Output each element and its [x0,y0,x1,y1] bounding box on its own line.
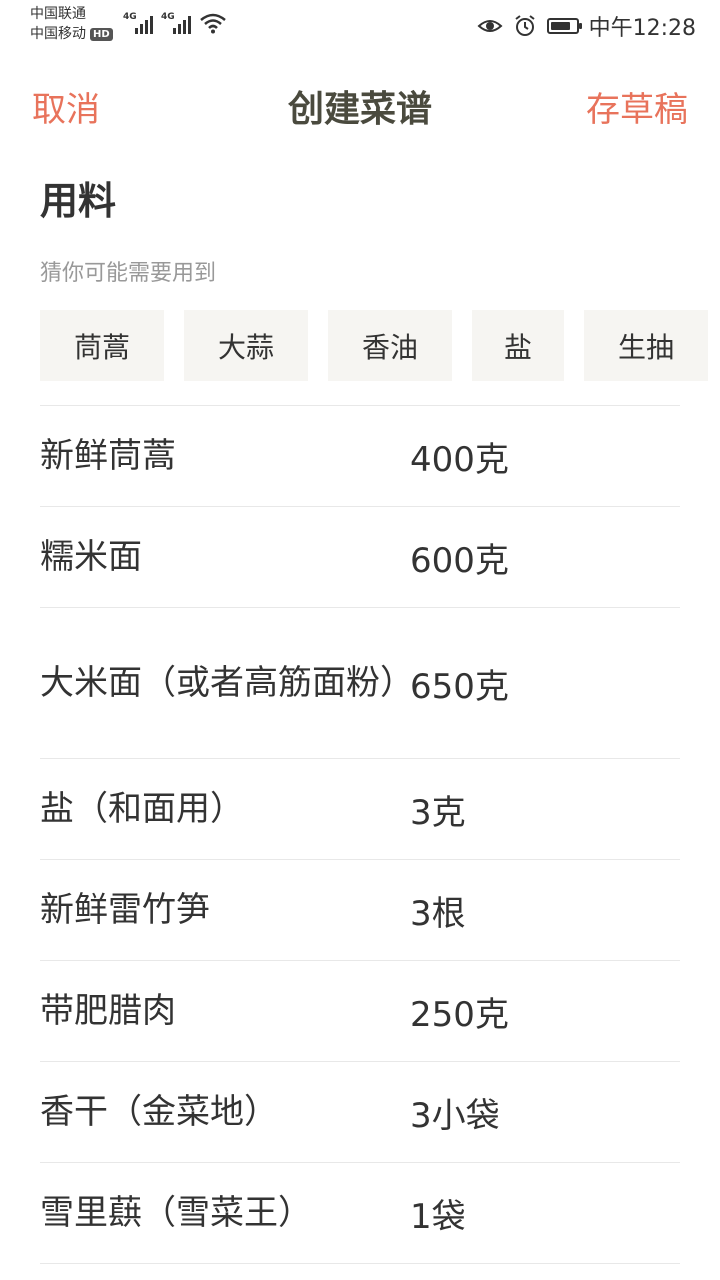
ingredient-row[interactable]: 新鲜茼蒿 400克 [40,406,680,507]
ingredient-amount[interactable]: 250克 [410,987,509,1036]
ingredient-name[interactable]: 新鲜茼蒿 [40,433,410,479]
ingredient-row[interactable]: 大米面（或者高筋面粉） 650克 [40,608,680,759]
carrier-info: 中国联通 中国移动 HD [30,4,113,44]
ingredient-row[interactable]: 香干（金菜地） 3小袋 [40,1062,680,1163]
alarm-icon [514,15,535,36]
ingredient-row[interactable]: 雪里蕻（雪菜王） 1袋 [40,1163,680,1264]
ingredient-name[interactable]: 带肥腊肉 [40,988,410,1034]
suggestion-chip[interactable]: 茼蒿 [40,310,164,381]
ingredient-name[interactable]: 雪里蕻（雪菜王） [40,1190,410,1236]
ingredient-amount[interactable]: 3根 [410,886,466,935]
signal-icon: 4G [123,12,153,34]
ingredient-row[interactable]: 新鲜雷竹笋 3根 [40,860,680,961]
eye-icon [477,20,503,32]
carrier-1: 中国联通 [30,6,86,22]
ingredient-row[interactable]: 带肥腊肉 250克 [40,961,680,1062]
ingredient-row[interactable]: 糯米面 600克 [40,507,680,608]
ingredient-name[interactable]: 大米面（或者高筋面粉） [40,660,414,706]
ingredient-amount[interactable]: 400克 [410,432,509,481]
save-draft-button[interactable]: 存草稿 [586,82,688,131]
signal-icon: 4G [161,12,191,34]
section-title: 用料 [40,179,117,223]
suggestion-hint: 猜你可能需要用到 [40,261,217,286]
ingredient-amount[interactable]: 1袋 [410,1189,466,1238]
ingredient-name[interactable]: 香干（金菜地） [40,1089,410,1135]
suggestion-chip[interactable]: 大蒜 [184,310,308,381]
suggestion-chips: 茼蒿 大蒜 香油 盐 生抽 [40,310,708,381]
nav-header: 取消 创建菜谱 存草稿 [0,78,720,134]
wifi-icon [200,13,226,34]
ingredient-name[interactable]: 糯米面 [40,534,410,580]
ingredient-amount[interactable]: 3克 [410,785,466,834]
suggestion-chip[interactable]: 香油 [328,310,452,381]
suggestion-chip[interactable]: 盐 [472,310,564,381]
ingredient-amount[interactable]: 3小袋 [410,1088,500,1137]
suggestion-chip[interactable]: 生抽 [584,310,708,381]
ingredient-name[interactable]: 新鲜雷竹笋 [40,887,410,933]
ingredient-list: 新鲜茼蒿 400克 糯米面 600克 大米面（或者高筋面粉） 650克 盐（和面… [40,405,680,1264]
battery-icon [546,18,582,34]
hd-badge: HD [90,27,113,41]
ingredient-row[interactable]: 盐（和面用） 3克 [40,759,680,860]
carrier-2: 中国移动 [30,26,86,42]
status-bar: 中国联通 中国移动 HD 4G 4G 中午12:28 [0,0,720,50]
ingredient-amount[interactable]: 650克 [410,659,509,708]
network-type-label: 4G [123,12,137,22]
ingredient-name[interactable]: 盐（和面用） [40,786,410,832]
network-type-label: 4G [161,12,175,22]
ingredient-amount[interactable]: 600克 [410,533,509,582]
clock: 中午12:28 [588,16,696,41]
